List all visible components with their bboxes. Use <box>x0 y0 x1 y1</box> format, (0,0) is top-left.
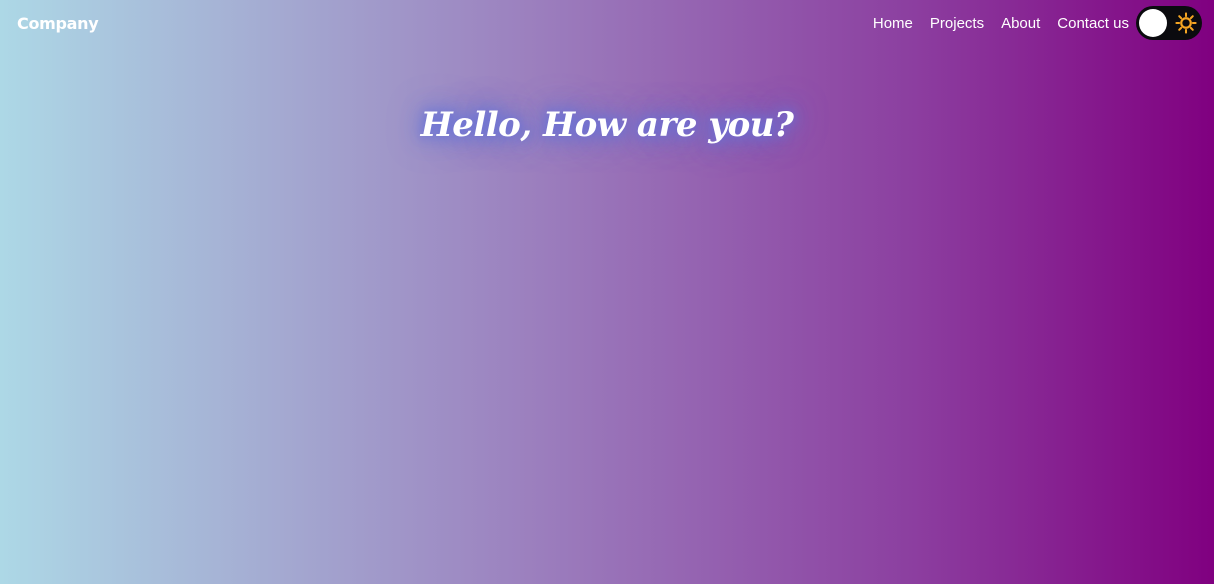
toggle-knob <box>1139 9 1167 37</box>
navbar: Company Home Projects About Contact us <box>0 0 1214 46</box>
nav-links: Home Projects About Contact us <box>856 15 1129 32</box>
nav-link-about[interactable]: About <box>1001 15 1040 32</box>
nav-right: Home Projects About Contact us <box>856 6 1202 40</box>
nav-link-home[interactable]: Home <box>873 15 913 32</box>
hero-title: Hello, How are you? <box>420 104 794 145</box>
nav-link-contact[interactable]: Contact us <box>1057 15 1129 32</box>
brand-logo[interactable]: Company <box>17 14 99 33</box>
theme-toggle[interactable] <box>1136 6 1202 40</box>
nav-link-projects[interactable]: Projects <box>930 15 984 32</box>
sun-icon <box>1175 12 1197 34</box>
